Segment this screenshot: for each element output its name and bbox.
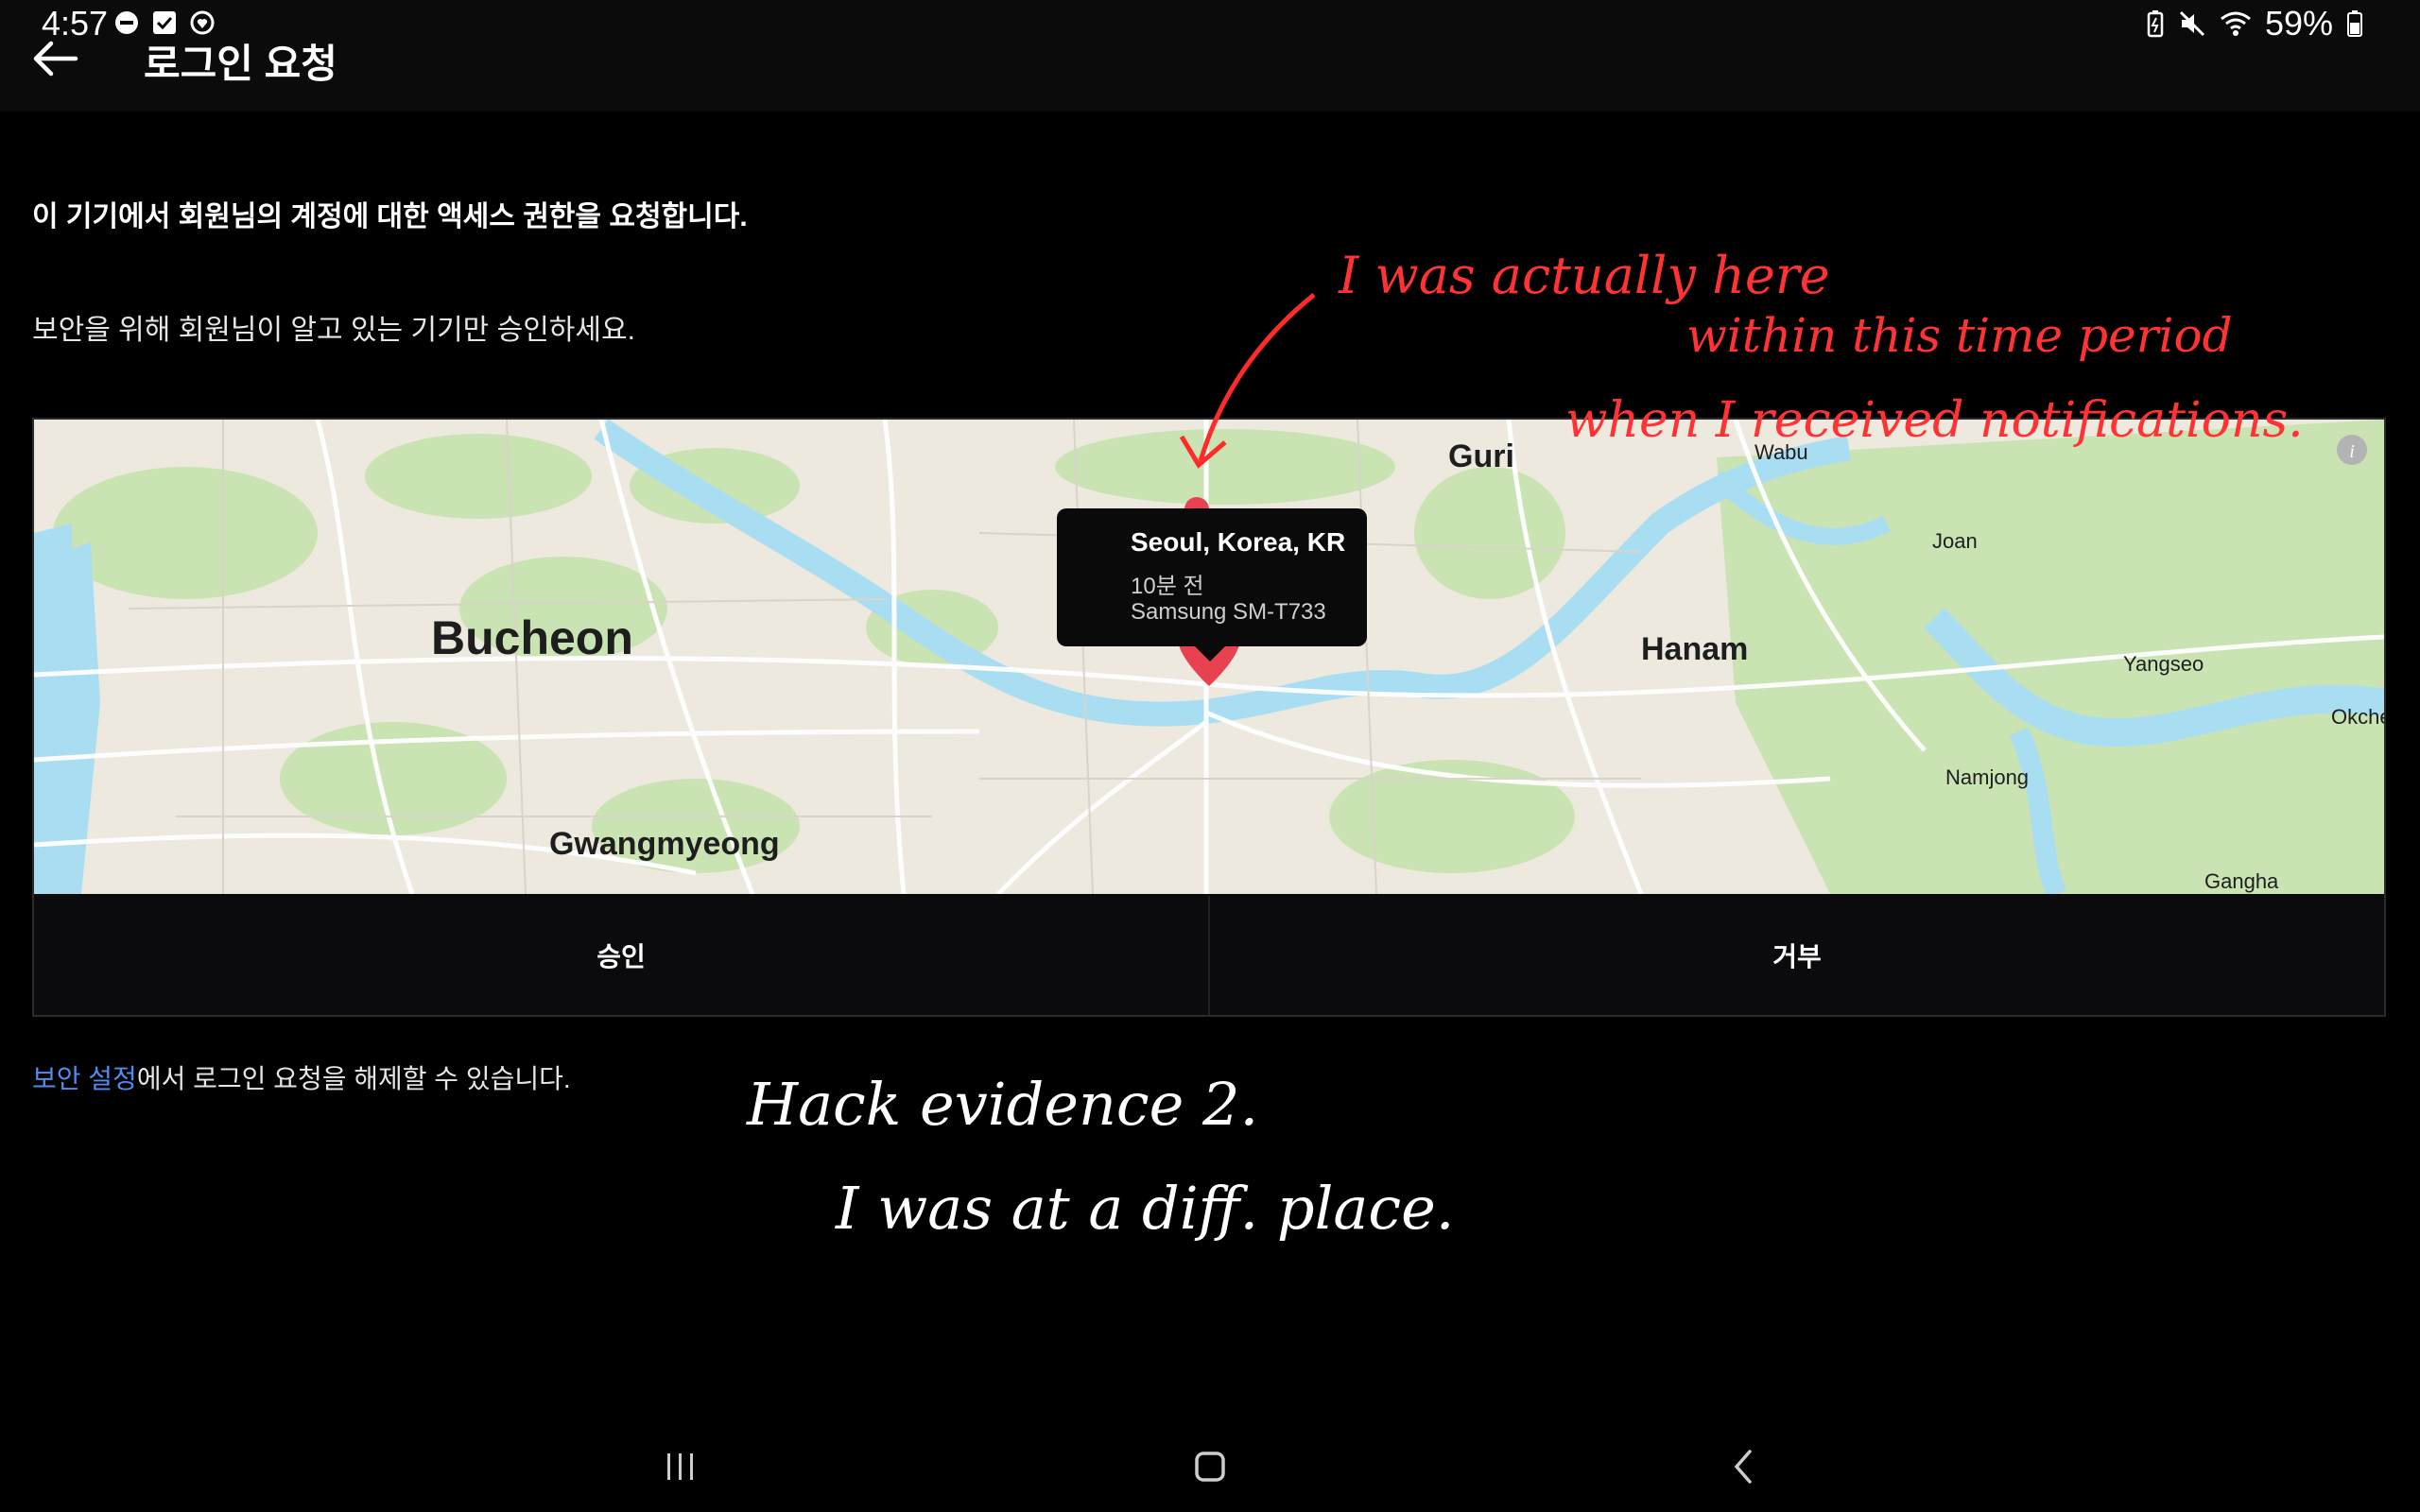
map-label-joan: Joan [1932, 529, 1978, 553]
shield-heart-icon [190, 10, 215, 35]
location-map[interactable]: i Bucheon Gwangmyeong Guri Hanam Wabu Jo… [34, 420, 2384, 894]
popup-location: Seoul, Korea, KR [1131, 527, 1346, 557]
status-bar: 4:57 59% [0, 0, 2420, 49]
system-nav-bar [0, 1418, 2420, 1512]
recent-apps-button[interactable] [643, 1440, 718, 1493]
svg-text:i: i [2349, 441, 2355, 462]
home-icon [1195, 1452, 1225, 1482]
map-label-hanam: Hanam [1641, 631, 1748, 667]
recent-apps-icon [667, 1453, 693, 1480]
map-label-gangha: Gangha [2204, 869, 2279, 893]
map-label-wabu: Wabu [1754, 440, 1808, 464]
status-left-icons [113, 9, 216, 36]
red-note-line-1: I was actually here [1338, 246, 1830, 305]
white-note-line-1: Hack evidence 2. [746, 1070, 1258, 1139]
status-right: 59% [2146, 4, 2363, 43]
map-label-bucheon: Bucheon [431, 611, 633, 664]
security-notice: 보안을 위해 회원님이 알고 있는 기기만 승인하세요. [32, 315, 635, 346]
wifi-icon [2221, 11, 2251, 36]
map-label-okche: Okche [2331, 705, 2384, 729]
map-label-guri: Guri [1448, 438, 1514, 474]
white-note-line-2: I was at a diff. place. [835, 1174, 1454, 1243]
action-buttons: 승인 거부 [34, 896, 2384, 1015]
status-time: 4:57 [42, 4, 109, 43]
home-button[interactable] [1172, 1440, 1248, 1493]
login-request-card: i Bucheon Gwangmyeong Guri Hanam Wabu Jo… [32, 418, 2386, 1017]
checkbox-icon [153, 11, 176, 34]
popup-time: 10분 전 [1131, 574, 1204, 599]
popup-device: Samsung SM-T733 [1131, 599, 1326, 625]
footer-note: 보안 설정에서 로그인 요청을 해제할 수 있습니다. [32, 1058, 571, 1096]
map-label-gwangmyeong: Gwangmyeong [549, 826, 780, 862]
deny-button[interactable]: 거부 [1208, 896, 2384, 1015]
map-label-namjong: Namjong [1945, 765, 2029, 789]
battery-saver-icon [2147, 10, 2164, 38]
back-nav-button[interactable] [1705, 1440, 1781, 1493]
approve-button[interactable]: 승인 [34, 896, 1208, 1015]
map-label-yangseo: Yangseo [2123, 652, 2204, 676]
security-settings-link[interactable]: 보안 설정 [32, 1064, 137, 1093]
footer-text: 에서 로그인 요청을 해제할 수 있습니다. [136, 1064, 571, 1093]
red-note-line-2: within this time period [1686, 308, 2233, 363]
battery-percent: 59% [2264, 4, 2333, 43]
request-heading: 이 기기에서 회원님의 계정에 대한 액세스 권한을 요청합니다. [32, 201, 748, 232]
chevron-left-icon [1734, 1450, 1752, 1484]
do-not-disturb-icon [115, 11, 138, 34]
battery-icon [2347, 10, 2362, 37]
mute-icon [2179, 10, 2204, 37]
location-popup[interactable]: Seoul, Korea, KR 10분 전 Samsung SM-T733 [1057, 508, 1367, 662]
